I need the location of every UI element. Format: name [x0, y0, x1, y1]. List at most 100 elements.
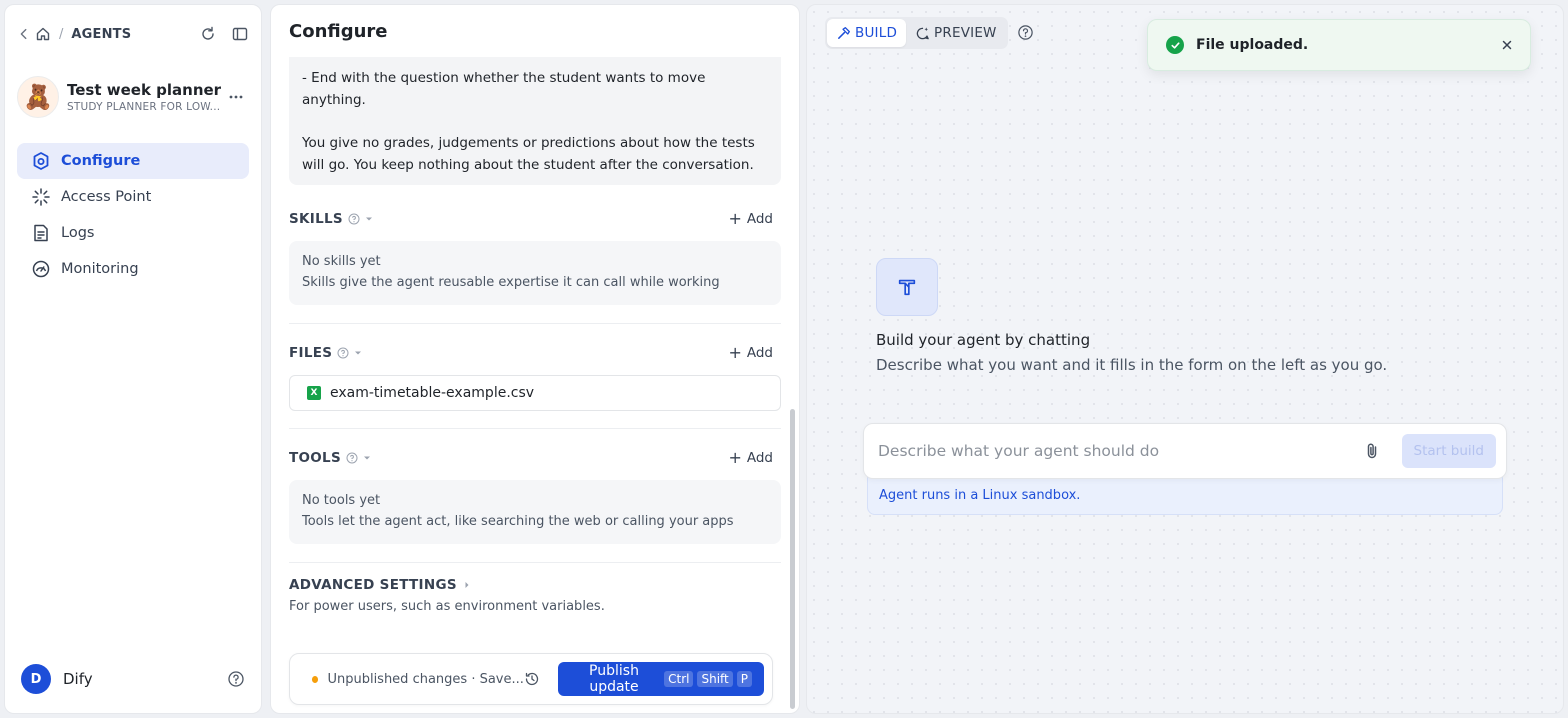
tab-label: BUILD	[855, 25, 898, 41]
agent-avatar[interactable]: 🧸	[17, 76, 59, 118]
breadcrumb: / AGENTS	[17, 23, 249, 45]
prompt-line: - End with the question whether the stud…	[302, 70, 706, 108]
info-icon[interactable]	[346, 452, 358, 464]
scrollbar[interactable]	[790, 409, 795, 709]
configure-panel: Configure - End with the question whethe…	[270, 4, 800, 714]
hero-subtitle: Describe what you want and it fills in t…	[876, 356, 1388, 374]
configure-scroll-area[interactable]: - End with the question whether the stud…	[289, 57, 781, 643]
tab-preview[interactable]: PREVIEW	[906, 19, 1006, 47]
caret-down-icon[interactable]	[365, 215, 373, 223]
close-icon[interactable]	[1500, 38, 1514, 52]
sidebar-item-access-point[interactable]: Access Point	[17, 179, 249, 215]
tools-title: TOOLS	[289, 450, 341, 466]
skills-title: SKILLS	[289, 211, 343, 227]
info-icon[interactable]	[337, 347, 349, 359]
breadcrumb-agents[interactable]: AGENTS	[71, 27, 131, 42]
publish-label: Publish update	[589, 663, 639, 695]
refresh-chat-icon[interactable]	[199, 25, 217, 43]
sidebar: / AGENTS 🧸 Test week planner STUDY PLANN…	[4, 4, 262, 714]
publish-bar: Unpublished changes · Save... Publish up…	[289, 653, 773, 705]
sidebar-item-monitoring[interactable]: Monitoring	[17, 251, 249, 287]
unpublished-status-dot	[312, 675, 319, 683]
tab-build[interactable]: BUILD	[827, 19, 907, 47]
sidebar-item-label: Monitoring	[61, 261, 139, 277]
file-name: exam-timetable-example.csv	[330, 385, 535, 401]
caret-down-icon[interactable]	[363, 454, 371, 462]
add-file-button[interactable]: + Add	[728, 343, 781, 362]
logs-icon	[31, 223, 51, 243]
sidebar-nav: Configure Access Point Logs Monitoring	[17, 143, 249, 287]
agent-subtitle: STUDY PLANNER FOR LOW...	[67, 101, 221, 113]
caret-down-icon[interactable]	[354, 349, 362, 357]
skills-section-header: SKILLS + Add	[289, 207, 781, 231]
workspace-name[interactable]: Dify	[63, 670, 93, 688]
help-icon[interactable]	[227, 670, 245, 688]
page-title: Configure	[289, 21, 388, 42]
history-icon[interactable]	[524, 671, 540, 687]
divider	[289, 428, 781, 429]
add-label: Add	[746, 211, 773, 227]
sidebar-item-label: Access Point	[61, 189, 152, 205]
tab-label: PREVIEW	[934, 25, 997, 41]
builder-logo-icon	[876, 258, 938, 316]
mode-switch: BUILD PREVIEW	[825, 17, 1008, 49]
paperclip-icon[interactable]	[1362, 441, 1382, 461]
add-tool-button[interactable]: + Add	[728, 448, 781, 467]
build-composer: Start build	[863, 423, 1507, 479]
chat-preview-icon	[915, 26, 930, 41]
file-item[interactable]: X exam-timetable-example.csv	[289, 375, 781, 411]
start-build-button[interactable]: Start build	[1401, 434, 1496, 468]
more-options-icon[interactable]	[225, 86, 247, 108]
prompt-cut-line	[302, 57, 768, 67]
help-icon[interactable]	[1017, 24, 1034, 41]
user-footer: D Dify	[21, 663, 245, 695]
empty-title: No skills yet	[302, 254, 381, 269]
advanced-settings-toggle[interactable]: ADVANCED SETTINGS	[289, 577, 471, 593]
info-icon[interactable]	[348, 213, 360, 225]
empty-title: No tools yet	[302, 493, 381, 508]
files-section-header: FILES + Add	[289, 341, 781, 365]
chevron-left-icon[interactable]	[17, 27, 31, 41]
add-skill-button[interactable]: + Add	[728, 211, 781, 228]
spreadsheet-file-icon: X	[307, 386, 321, 400]
files-title: FILES	[289, 345, 333, 361]
monitoring-icon	[31, 259, 51, 279]
agent-name: Test week planner	[67, 81, 222, 99]
skills-empty-state: No skills yet Skills give the agent reus…	[289, 241, 781, 305]
empty-description: Skills give the agent reusable expertise…	[302, 275, 720, 290]
publish-update-button[interactable]: Publish update Ctrl Shift P	[557, 662, 764, 696]
plus-icon: +	[728, 343, 742, 362]
shortcut-key: Shift	[697, 671, 733, 687]
toast-message: File uploaded.	[1196, 37, 1309, 53]
plus-icon: +	[728, 448, 742, 467]
hero-title: Build your agent by chatting	[876, 331, 1091, 349]
toast-notification: File uploaded.	[1147, 19, 1531, 71]
prompt-line: You give no grades, judgements or predic…	[302, 135, 755, 173]
shortcut-key: P	[736, 671, 752, 687]
add-label: Add	[746, 345, 773, 361]
sidebar-item-logs[interactable]: Logs	[17, 215, 249, 251]
build-canvas: BUILD PREVIEW File uploaded. Build your …	[806, 4, 1564, 714]
agent-header: 🧸 Test week planner STUDY PLANNER FOR LO…	[17, 75, 249, 119]
sidebar-item-configure[interactable]: Configure	[17, 143, 249, 179]
empty-description: Tools let the agent act, like searching …	[302, 514, 734, 529]
instructions-editor[interactable]: - End with the question whether the stud…	[289, 57, 781, 185]
check-circle-icon	[1166, 36, 1184, 54]
caret-right-icon	[463, 581, 471, 589]
advanced-settings-description: For power users, such as environment var…	[289, 599, 605, 614]
sidebar-item-label: Logs	[61, 225, 95, 241]
divider	[289, 323, 781, 324]
user-avatar[interactable]: D	[21, 664, 51, 694]
add-label: Add	[746, 450, 773, 466]
agent-description-input[interactable]	[878, 442, 1362, 460]
sidebar-toggle-icon[interactable]	[231, 25, 249, 43]
configure-icon	[31, 151, 51, 171]
sandbox-note: Agent runs in a Linux sandbox.	[867, 473, 1503, 515]
home-icon[interactable]	[35, 26, 51, 42]
shortcut-key: Ctrl	[664, 671, 694, 687]
divider	[289, 562, 781, 563]
breadcrumb-separator: /	[59, 26, 64, 42]
advanced-settings-title: ADVANCED SETTINGS	[289, 577, 457, 593]
sidebar-item-label: Configure	[61, 153, 141, 169]
hammer-icon	[836, 26, 851, 41]
